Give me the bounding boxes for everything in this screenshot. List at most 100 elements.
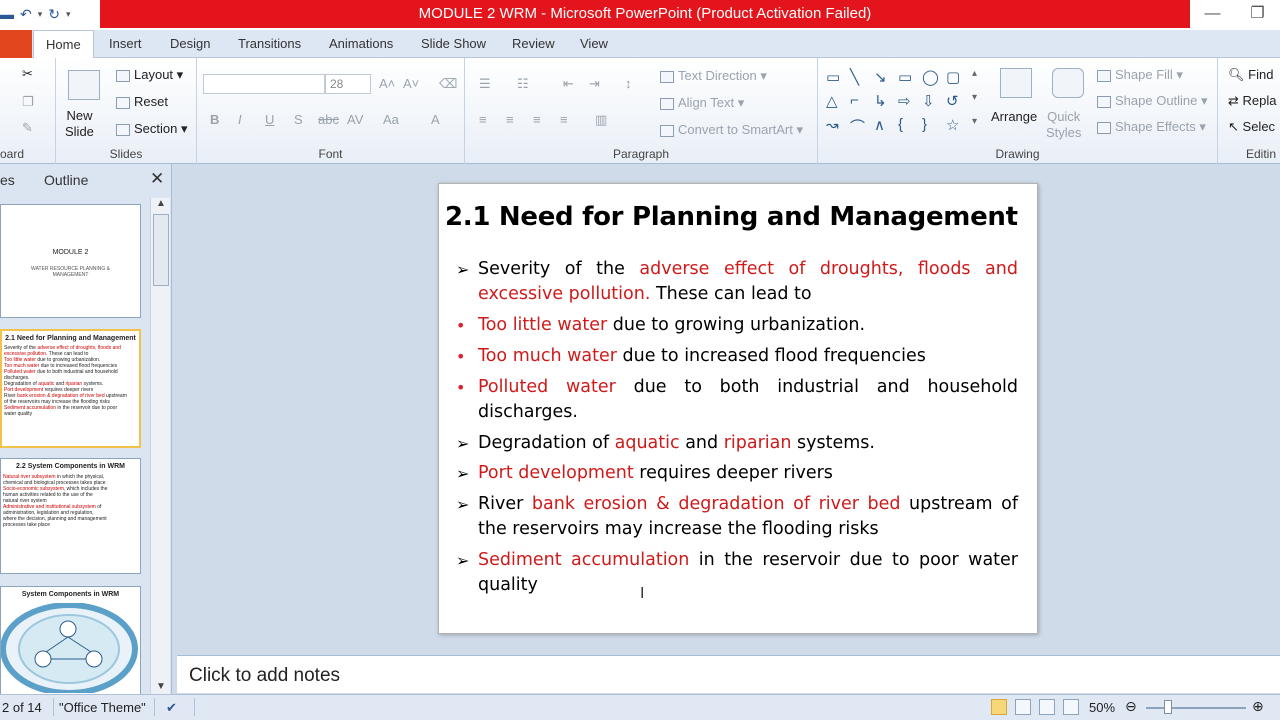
line-spacing-icon[interactable]: ↕ (625, 76, 632, 91)
slide-bullet[interactable]: ➢ Degradation of aquatic and riparian sy… (456, 431, 1018, 456)
underline-button[interactable]: U (265, 112, 274, 127)
increase-indent-icon[interactable]: ⇥ (589, 76, 600, 92)
gallery-scroll-up-icon[interactable]: ▴ (972, 68, 977, 79)
layout-button[interactable]: Layout ▾ (116, 67, 183, 83)
arrange-button[interactable]: Arrange (991, 109, 1037, 124)
font-color-button[interactable]: A (431, 112, 440, 127)
bullets-icon[interactable]: ☰ (479, 76, 491, 92)
tab-file[interactable] (0, 30, 32, 58)
quick-styles-button[interactable]: Quick Styles (1046, 109, 1081, 141)
oval-shape-icon[interactable]: ◯ (922, 68, 939, 86)
tab-review[interactable]: Review (512, 36, 555, 51)
tab-slide-show[interactable]: Slide Show (421, 36, 486, 51)
shadow-button[interactable]: S (294, 112, 303, 127)
align-left-icon[interactable]: ≡ (479, 112, 487, 127)
italic-button[interactable]: I (238, 112, 242, 127)
redo-icon[interactable]: ↻ (48, 6, 60, 23)
arrow-line-shape-icon[interactable]: ↘ (874, 68, 887, 86)
zoom-level[interactable]: 50% (1089, 700, 1115, 715)
notes-placeholder[interactable]: Click to add notes (189, 665, 340, 687)
tab-view[interactable]: View (580, 36, 608, 51)
font-family-input[interactable] (203, 74, 325, 94)
slide-bullet[interactable]: • Polluted water due to both industrial … (456, 375, 1018, 425)
font-size-input[interactable]: 28 (325, 74, 371, 94)
numbering-icon[interactable]: ☷ (517, 76, 529, 92)
slide-bullet[interactable]: ➢ Port development requires deeper river… (456, 461, 1018, 486)
tab-slides[interactable]: es (0, 172, 15, 188)
slide-thumbnail-4[interactable]: System Components in WRM (0, 586, 141, 694)
down-arrow-shape-icon[interactable]: ⇩ (922, 92, 935, 110)
align-text-button[interactable]: Align Text ▾ (660, 95, 744, 111)
columns-icon[interactable]: ▥ (595, 112, 607, 128)
arc-shape-icon[interactable]: ⌒ (850, 116, 865, 137)
right-brace-shape-icon[interactable]: } (922, 116, 927, 133)
normal-view-button[interactable] (991, 699, 1007, 715)
tab-animations[interactable]: Animations (329, 36, 393, 51)
slide-thumbnail-3[interactable]: 2.2 System Components in WRM Natural riv… (0, 458, 141, 574)
scroll-down-icon[interactable]: ▼ (156, 681, 166, 692)
restore-icon[interactable]: ❐ (1235, 0, 1280, 28)
text-direction-button[interactable]: Text Direction ▾ (660, 68, 767, 84)
arrange-icon[interactable] (1000, 68, 1032, 98)
reading-view-button[interactable] (1039, 699, 1055, 715)
find-button[interactable]: 🔍︎ Find (1228, 67, 1273, 83)
shrink-font-icon[interactable]: A˅ (403, 76, 419, 91)
slide-show-view-button[interactable] (1063, 699, 1079, 715)
curve-shape-icon[interactable]: ∧ (874, 116, 885, 134)
tab-design[interactable]: Design (170, 36, 210, 51)
shapes-gallery[interactable]: ▭ ╲ ↘ ▭ ◯ ▢ △ ⌐ ↳ ⇨ ⇩ ↺ ↝ ⌒ ∧ { } ☆ ▴ ▾ … (826, 68, 986, 138)
star-shape-icon[interactable]: ☆ (946, 116, 959, 134)
slide-sorter-view-button[interactable] (1015, 699, 1031, 715)
tab-home[interactable]: Home (33, 30, 94, 59)
gallery-more-icon[interactable]: ▾ (972, 116, 977, 127)
triangle-shape-icon[interactable]: △ (826, 92, 838, 110)
zoom-out-icon[interactable]: ⊖ (1125, 698, 1137, 715)
convert-smartart-button[interactable]: Convert to SmartArt ▾ (660, 122, 803, 138)
slide-bullet[interactable]: ➢ River bank erosion & degradation of ri… (456, 492, 1018, 542)
clear-formatting-icon[interactable]: ⌫ (439, 76, 457, 92)
bold-button[interactable]: B (210, 112, 219, 127)
change-case-button[interactable]: Aa (383, 112, 399, 127)
gallery-scroll-down-icon[interactable]: ▾ (972, 92, 977, 103)
quick-styles-icon[interactable] (1052, 68, 1084, 98)
zoom-slider[interactable] (1146, 707, 1246, 709)
customize-toolbar-icon[interactable]: ▾ (66, 9, 71, 20)
align-right-icon[interactable]: ≡ (533, 112, 541, 127)
loop-arrow-shape-icon[interactable]: ↺ (946, 92, 959, 110)
grow-font-icon[interactable]: A˄ (379, 76, 395, 91)
close-pane-icon[interactable]: ✕ (150, 169, 164, 189)
tab-outline[interactable]: Outline (44, 172, 88, 188)
replace-button[interactable]: ⇄ Repla (1228, 93, 1277, 109)
slide-bullet[interactable]: ➢ Severity of the adverse effect of droug… (456, 257, 1018, 307)
minimize-icon[interactable]: — (1190, 0, 1235, 28)
copy-icon[interactable]: ❐ (22, 94, 34, 110)
slide-bullet[interactable]: ➢ Sediment accumulation in the reservoir… (456, 548, 1018, 598)
save-icon[interactable]: ▬ (0, 6, 14, 22)
line-shape-icon[interactable]: ╲ (850, 68, 859, 86)
align-center-icon[interactable]: ≡ (506, 112, 514, 127)
tab-transitions[interactable]: Transitions (238, 36, 301, 51)
freeform-shape-icon[interactable]: ↝ (826, 116, 839, 134)
rectangle-shape-icon[interactable]: ▭ (898, 68, 912, 86)
shape-fill-button[interactable]: Shape Fill ▾ (1097, 67, 1183, 83)
thumbnails-scrollbar[interactable]: ▲ ▼ (150, 198, 170, 694)
shape-effects-button[interactable]: Shape Effects ▾ (1097, 119, 1206, 135)
scroll-up-icon[interactable]: ▲ (156, 198, 166, 209)
new-slide-button[interactable]: New Slide (65, 108, 94, 140)
undo-dropdown-icon[interactable]: ▾ (38, 9, 43, 20)
scrollbar-thumb[interactable] (153, 214, 169, 286)
justify-icon[interactable]: ≡ (560, 112, 568, 127)
spelling-check-icon[interactable]: ✔ (166, 700, 177, 716)
reset-button[interactable]: Reset (116, 94, 168, 109)
zoom-in-icon[interactable]: ⊕ (1252, 698, 1264, 715)
right-arrow-shape-icon[interactable]: ⇨ (898, 92, 911, 110)
notes-pane[interactable]: Click to add notes (177, 655, 1280, 693)
rounded-rect-shape-icon[interactable]: ▢ (946, 68, 960, 86)
shape-outline-button[interactable]: Shape Outline ▾ (1097, 93, 1208, 109)
cut-icon[interactable]: ✂ (22, 66, 33, 82)
slide-thumbnail-2[interactable]: 2.1 Need for Planning and Management Sev… (0, 329, 141, 448)
elbow-connector-icon[interactable]: ⌐ (850, 92, 859, 109)
format-painter-icon[interactable]: ✎ (22, 120, 33, 136)
zoom-slider-thumb[interactable] (1164, 700, 1173, 714)
select-button[interactable]: ↖ Selec (1228, 119, 1275, 135)
